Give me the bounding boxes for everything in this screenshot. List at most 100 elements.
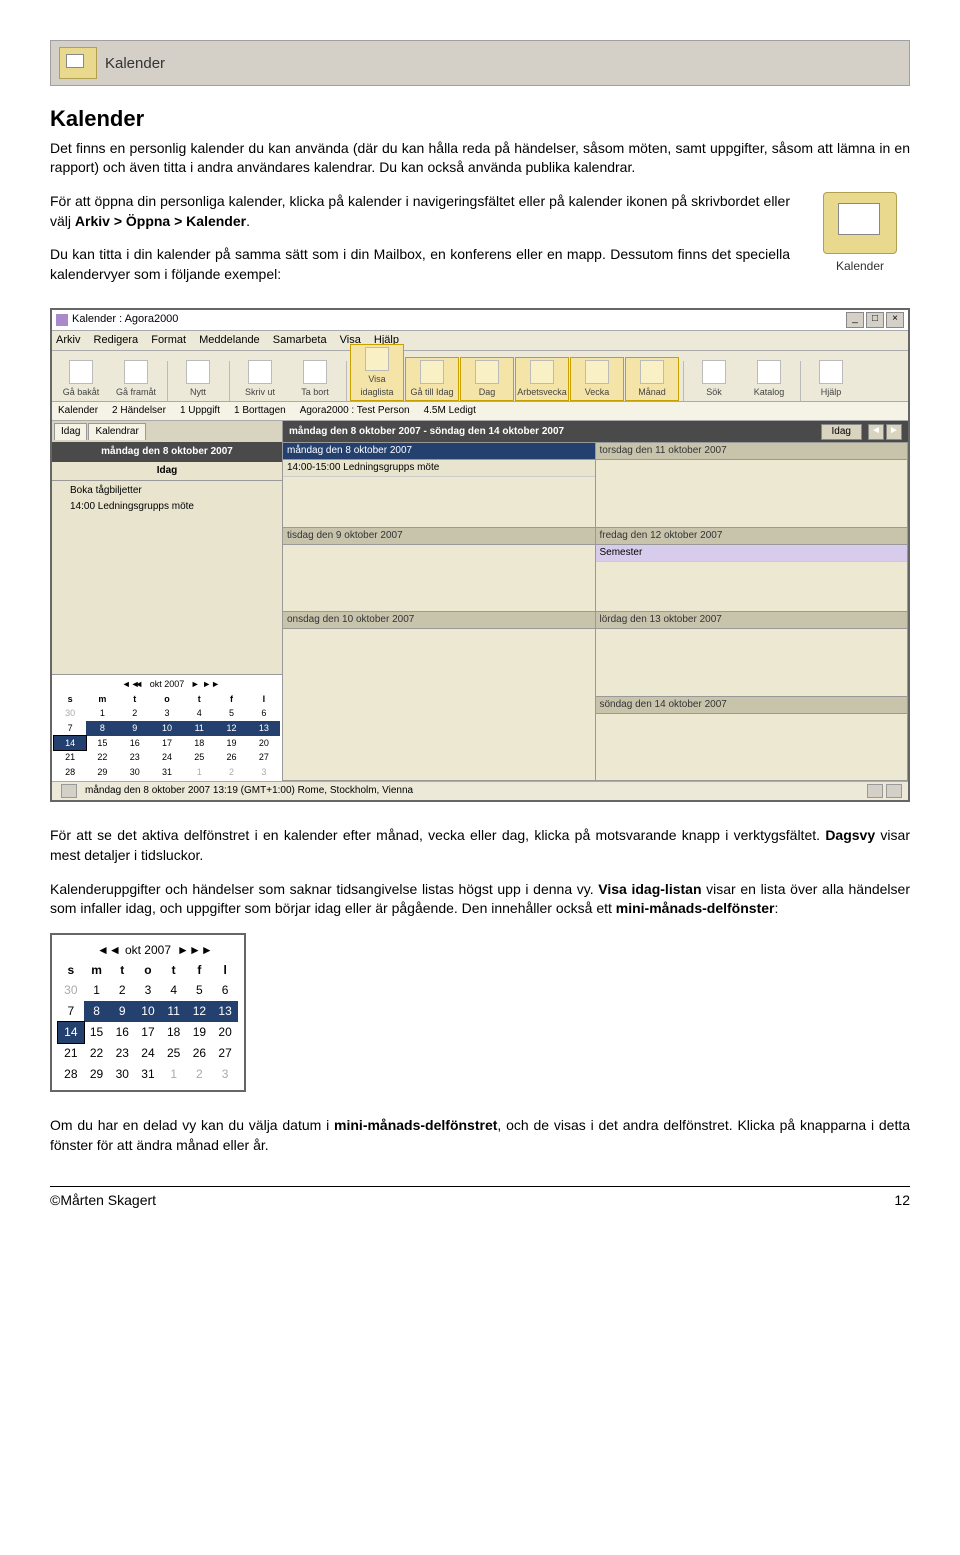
list-item[interactable]: Boka tågbiljetter [52,483,282,499]
menu-samarbeta[interactable]: Samarbeta [273,334,327,346]
month-prev-icon[interactable]: ◄ [109,942,119,959]
day-cell-thu[interactable]: torsdag den 11 oktober 2007 [595,442,909,528]
calendar-day[interactable]: 2 [109,980,135,1001]
calendar-day[interactable]: 18 [161,1022,187,1043]
calendar-day[interactable]: 24 [135,1043,161,1064]
calendar-day[interactable]: 3 [248,765,280,780]
minimize-button[interactable]: _ [846,312,864,328]
calendar-day[interactable]: 22 [86,750,118,765]
calendar-day[interactable]: 9 [119,721,151,736]
calendar-day[interactable]: 30 [54,706,86,721]
calendar-day[interactable]: 21 [54,750,86,765]
calendar-day[interactable]: 11 [161,1001,187,1022]
calendar-day[interactable]: 4 [161,980,187,1001]
calendar-day[interactable]: 8 [84,1001,110,1022]
calendar-day[interactable]: 31 [151,765,183,780]
calendar-day[interactable]: 14 [58,1022,84,1043]
help-button[interactable]: Hjälp [804,357,858,402]
calendar-day[interactable]: 18 [183,736,215,751]
calendar-day[interactable]: 26 [187,1043,213,1064]
delete-button[interactable]: Ta bort [288,357,342,402]
calendar-day[interactable]: 19 [187,1022,213,1043]
day-cell-fri[interactable]: fredag den 12 oktober 2007 Semester [595,527,909,613]
calendar-desktop-icon[interactable]: Kalender [810,192,910,275]
calendar-day[interactable]: 1 [161,1064,187,1085]
year-next-icon[interactable]: ►► [202,678,212,691]
calendar-day[interactable]: 10 [151,721,183,736]
calendar-day[interactable]: 7 [54,721,86,736]
calendar-day[interactable]: 8 [86,721,118,736]
calendar-day[interactable]: 19 [215,736,247,751]
calendar-day[interactable]: 30 [119,765,151,780]
workweek-view-button[interactable]: Arbetsvecka [515,357,569,402]
calendar-day[interactable]: 10 [135,1001,161,1022]
calendar-day[interactable]: 23 [119,750,151,765]
calendar-day[interactable]: 23 [109,1043,135,1064]
calendar-day[interactable]: 22 [84,1043,110,1064]
calendar-day[interactable]: 13 [212,1001,238,1022]
calendar-day[interactable]: 4 [183,706,215,721]
calendar-day[interactable]: 25 [161,1043,187,1064]
new-button[interactable]: Nytt [171,357,225,402]
menu-meddelande[interactable]: Meddelande [199,334,260,346]
calendar-day[interactable]: 25 [183,750,215,765]
show-today-list-button[interactable]: Visa idaglista [350,344,404,401]
month-view-button[interactable]: Månad [625,357,679,402]
calendar-day[interactable]: 16 [119,736,151,751]
calendar-day[interactable]: 13 [248,721,280,736]
day-cell-tue[interactable]: tisdag den 9 oktober 2007 [282,527,596,613]
calendar-day[interactable]: 9 [109,1001,135,1022]
month-next-icon[interactable]: ► [190,678,200,691]
maximize-button[interactable]: □ [866,312,884,328]
week-view-button[interactable]: Vecka [570,357,624,402]
event[interactable]: Semester [596,545,908,562]
calendar-day[interactable]: 17 [151,736,183,751]
calendar-day[interactable]: 6 [248,706,280,721]
calendar-day[interactable]: 20 [212,1022,238,1043]
calendar-day[interactable]: 31 [135,1064,161,1085]
calendar-day[interactable]: 2 [187,1064,213,1085]
menu-redigera[interactable]: Redigera [94,334,139,346]
event[interactable]: 14:00-15:00 Ledningsgrupps möte [283,460,595,477]
year-prev-icon[interactable]: ◄◄ [122,678,132,691]
year-prev-icon[interactable]: ◄◄ [97,942,107,959]
calendar-day[interactable]: 26 [215,750,247,765]
idag-button[interactable]: Idag [821,424,862,440]
close-button[interactable]: × [886,312,904,328]
forward-button[interactable]: Gå framåt [109,357,163,402]
calendar-day[interactable]: 27 [212,1043,238,1064]
calendar-day[interactable]: 2 [215,765,247,780]
calendar-day[interactable]: 14 [54,736,86,751]
calendar-day[interactable]: 7 [58,1001,84,1022]
calendar-day[interactable]: 12 [215,721,247,736]
print-button[interactable]: Skriv ut [233,357,287,402]
calendar-day[interactable]: 30 [58,980,84,1001]
calendar-day[interactable]: 12 [187,1001,213,1022]
menu-arkiv[interactable]: Arkiv [56,334,80,346]
tab-kalendrar[interactable]: Kalendrar [88,423,145,440]
calendar-day[interactable]: 1 [84,980,110,1001]
day-cell-mon[interactable]: måndag den 8 oktober 2007 14:00-15:00 Le… [282,442,596,528]
calendar-day[interactable]: 29 [86,765,118,780]
tab-idag[interactable]: Idag [54,423,87,440]
calendar-day[interactable]: 5 [215,706,247,721]
year-next-icon[interactable]: ►► [189,942,199,959]
calendar-day[interactable]: 28 [58,1064,84,1085]
goto-today-button[interactable]: Gå till Idag [405,357,459,402]
calendar-day[interactable]: 3 [135,980,161,1001]
calendar-day[interactable]: 3 [212,1064,238,1085]
next-arrow-icon[interactable]: ► [886,424,902,440]
calendar-day[interactable]: 20 [248,736,280,751]
calendar-day[interactable]: 1 [86,706,118,721]
day-cell-sat[interactable]: lördag den 13 oktober 2007 [595,611,909,697]
search-button[interactable]: Sök [687,357,741,402]
prev-arrow-icon[interactable]: ◄ [868,424,884,440]
calendar-day[interactable]: 16 [109,1022,135,1043]
day-view-button[interactable]: Dag [460,357,514,402]
month-next-icon[interactable]: ► [177,942,187,959]
month-prev-icon[interactable]: ◄ [134,678,144,691]
calendar-day[interactable]: 5 [187,980,213,1001]
list-item[interactable]: 14:00 Ledningsgrupps möte [52,499,282,515]
calendar-day[interactable]: 27 [248,750,280,765]
calendar-day[interactable]: 1 [183,765,215,780]
